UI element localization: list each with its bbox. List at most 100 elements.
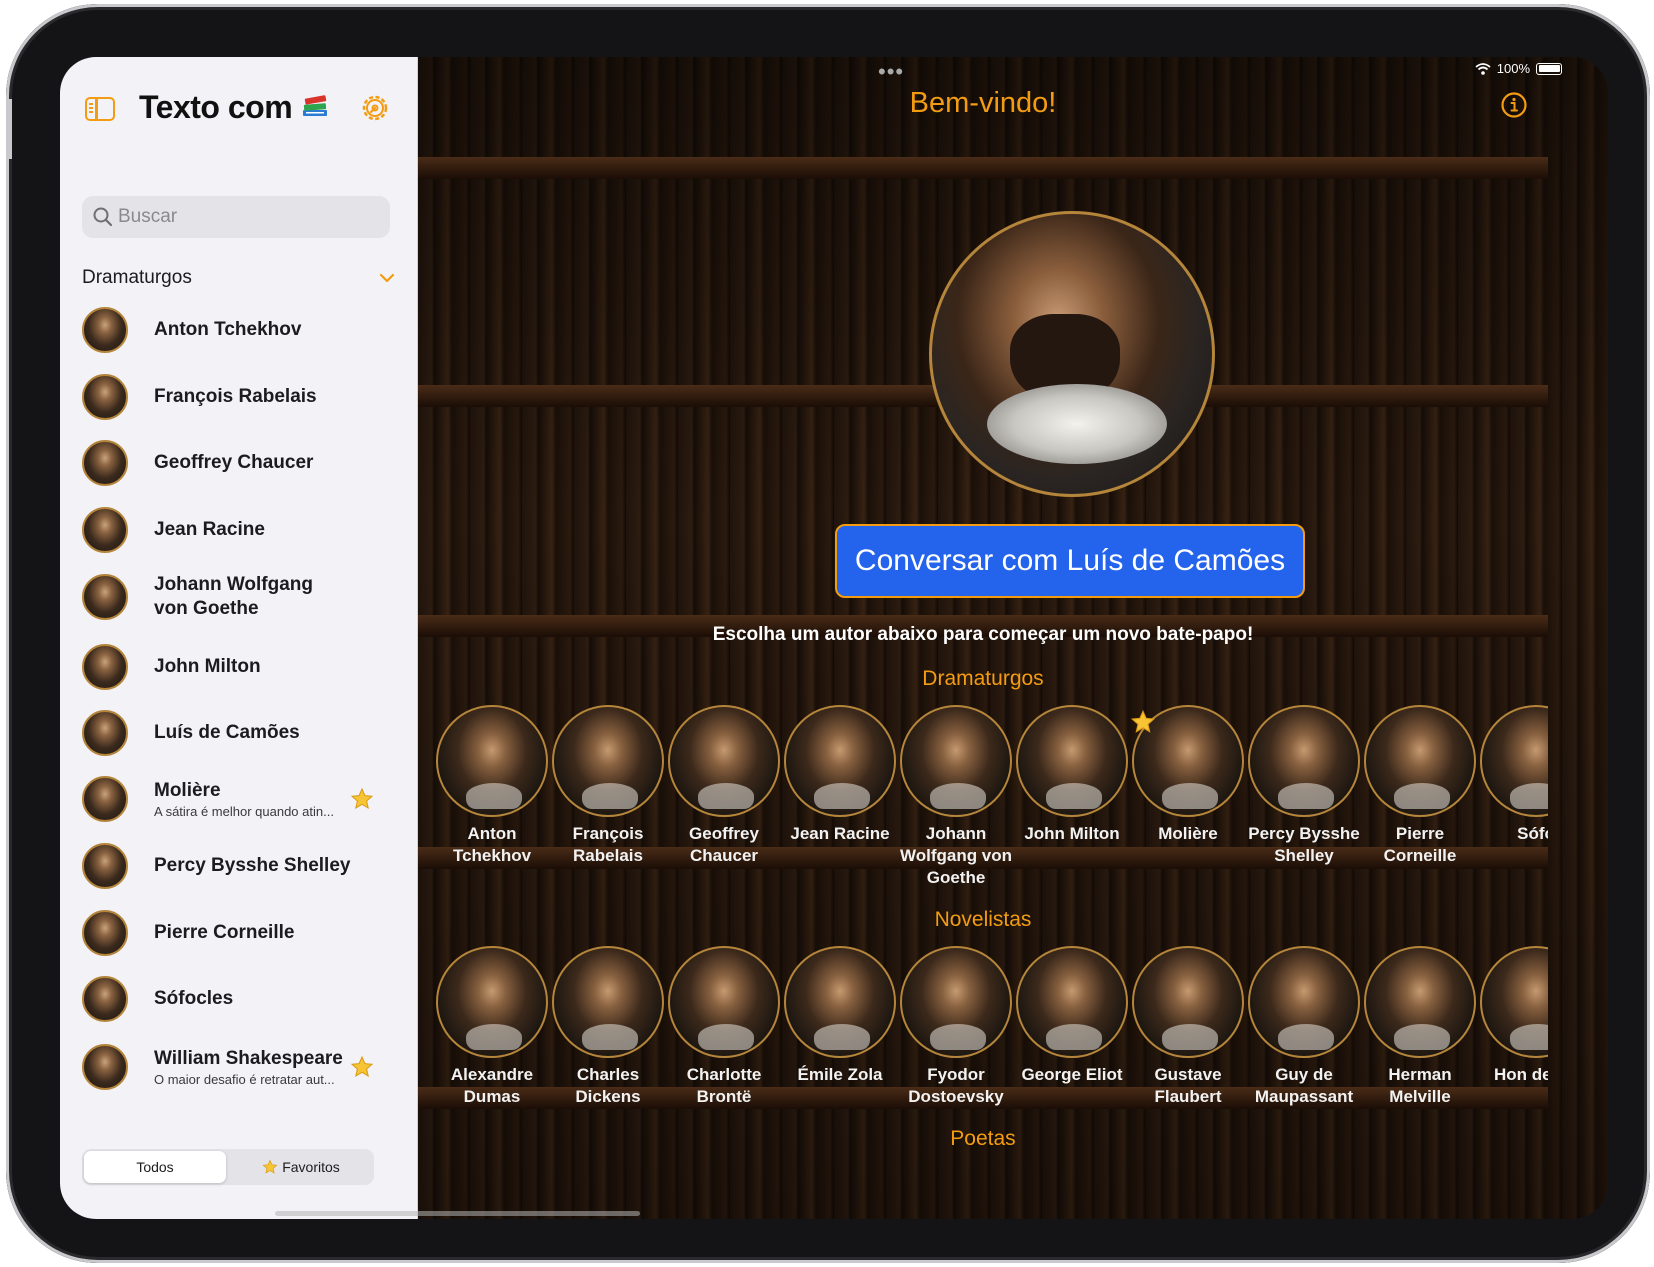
author-card[interactable]: Sófo: [1480, 705, 1548, 845]
author-card[interactable]: Alexandre Dumas: [436, 946, 548, 1108]
author-card[interactable]: Johann Wolfgang von Goethe: [900, 705, 1012, 889]
sidebar-author-item[interactable]: Johann Wolfgang von Goethe: [82, 567, 382, 627]
multitasking-dots-icon[interactable]: •••: [878, 59, 904, 85]
author-card[interactable]: Guy de Maupassant: [1248, 946, 1360, 1108]
author-card[interactable]: Geoffrey Chaucer: [668, 705, 780, 867]
ipad-frame: Texto com Dramaturgos: [6, 4, 1650, 1263]
bookshelf-decoration: [418, 157, 1548, 179]
author-card-name: Anton Tchekhov: [452, 824, 532, 865]
sidebar-author-text: Anton Tchekhov: [154, 318, 301, 342]
author-card[interactable]: Hon de Ba: [1480, 946, 1548, 1086]
author-card[interactable]: Herman Melville: [1364, 946, 1476, 1108]
sidebar-author-item[interactable]: Pierre Corneille: [82, 903, 382, 963]
author-card-name: Molière: [1158, 824, 1218, 843]
author-card-name: Percy Bysshe Shelley: [1248, 824, 1360, 865]
author-card[interactable]: François Rabelais: [552, 705, 664, 867]
sidebar-author-text: Percy Bysshe Shelley: [154, 854, 350, 878]
sidebar-author-name: Jean Racine: [154, 519, 265, 540]
section-title-poetas: Poetas: [950, 1127, 1016, 1150]
segment-favorites[interactable]: Favoritos: [230, 1151, 372, 1183]
segment-favorites-label: Favoritos: [282, 1159, 340, 1175]
author-card[interactable]: Charlotte Brontë: [668, 946, 780, 1108]
sidebar-author-item[interactable]: Sófocles: [82, 969, 382, 1029]
sidebar-author-text: William Shakespeare O maior desafio é ret…: [154, 1047, 343, 1087]
author-card[interactable]: Percy Bysshe Shelley: [1248, 705, 1360, 867]
segment-all-label: Todos: [136, 1159, 174, 1175]
sidebar-author-item[interactable]: Luís de Camões: [82, 703, 382, 763]
sidebar: Texto com Dramaturgos: [60, 57, 418, 1219]
author-card-name: Alexandre Dumas: [450, 1065, 534, 1106]
sidebar-author-name: Anton Tchekhov: [154, 319, 302, 340]
settings-gear-icon[interactable]: [360, 93, 390, 123]
author-portrait: [1480, 946, 1548, 1058]
sidebar-author-item[interactable]: Jean Racine: [82, 500, 382, 560]
author-card-name: Charlotte Brontë: [686, 1065, 762, 1106]
author-card[interactable]: Fyodor Dostoevsky: [900, 946, 1012, 1108]
author-portrait: [1016, 946, 1128, 1058]
sidebar-author-item[interactable]: John Milton: [82, 637, 382, 697]
author-card[interactable]: George Eliot: [1016, 946, 1128, 1086]
filter-segmented-control: Todos Favoritos: [82, 1149, 374, 1185]
sidebar-author-item[interactable]: Geoffrey Chaucer: [82, 433, 382, 493]
author-card[interactable]: Émile Zola: [784, 946, 896, 1086]
author-portrait: [1132, 946, 1244, 1058]
avatar: [82, 440, 128, 486]
author-card[interactable]: Pierre Corneille: [1364, 705, 1476, 867]
sidebar-author-name: Johann Wolfgang von Goethe: [154, 574, 314, 619]
sidebar-author-item[interactable]: Percy Bysshe Shelley: [82, 836, 382, 896]
segment-all[interactable]: Todos: [84, 1151, 226, 1183]
author-portrait: [552, 705, 664, 817]
chevron-down-icon[interactable]: [378, 271, 396, 285]
sidebar-author-name: John Milton: [154, 656, 261, 677]
search-field[interactable]: [82, 196, 390, 238]
instruction-text: Escolha um autor abaixo para começar um …: [712, 624, 1254, 645]
start-chat-button[interactable]: Conversar com Luís de Camões: [835, 524, 1305, 598]
horizontal-scroll-indicator[interactable]: [275, 1211, 640, 1216]
author-portrait: [784, 946, 896, 1058]
star-icon: [262, 1159, 278, 1174]
author-card-name: François Rabelais: [572, 824, 644, 865]
featured-author-portrait[interactable]: [929, 211, 1215, 497]
author-card[interactable]: Jean Racine: [784, 705, 896, 845]
authors-carousel-novelistas[interactable]: Alexandre Dumas Charles Dickens Charlotte …: [436, 946, 1548, 1136]
avatar: [82, 374, 128, 420]
portrait-detail: [987, 384, 1167, 464]
author-card-name: Johann Wolfgang von Goethe: [899, 824, 1013, 887]
section-header-dramaturgos[interactable]: Dramaturgos: [82, 267, 192, 289]
author-card[interactable]: Anton Tchekhov: [436, 705, 548, 867]
sidebar-author-last-message: O maior desafio é retratar aut...: [154, 1072, 335, 1087]
sidebar-author-item[interactable]: Anton Tchekhov: [82, 300, 382, 360]
books-emoji-icon: [303, 95, 327, 116]
sidebar-author-text: Johann Wolfgang von Goethe: [154, 573, 334, 621]
author-card[interactable]: Molière: [1130, 705, 1244, 845]
section-title-novelistas: Novelistas: [934, 908, 1032, 931]
sidebar-author-item[interactable]: Molière A sátira é melhor quando atin...: [82, 769, 382, 829]
sidebar-author-name: Luís de Camões: [154, 722, 300, 743]
author-card[interactable]: John Milton: [1016, 705, 1128, 845]
sidebar-toggle-icon[interactable]: [85, 97, 115, 121]
sidebar-author-item[interactable]: François Rabelais: [82, 367, 382, 427]
avatar: [82, 710, 128, 756]
author-card-name: George Eliot: [1021, 1065, 1123, 1084]
search-input[interactable]: [118, 196, 378, 238]
author-card-name: Émile Zola: [797, 1065, 883, 1084]
author-card-name: Fyodor Dostoevsky: [908, 1065, 1004, 1106]
author-card[interactable]: Gustave Flaubert: [1132, 946, 1244, 1108]
author-portrait: [1248, 705, 1360, 817]
sidebar-author-name: Percy Bysshe Shelley: [154, 855, 351, 876]
author-card-name: Gustave Flaubert: [1154, 1065, 1222, 1106]
avatar: [82, 776, 128, 822]
sidebar-author-text: Jean Racine: [154, 518, 265, 542]
sidebar-author-item[interactable]: William Shakespeare O maior desafio é ret…: [82, 1037, 382, 1097]
author-portrait: [552, 946, 664, 1058]
authors-carousel-dramaturgos[interactable]: Anton Tchekhov François Rabelais Geoffrey …: [436, 705, 1548, 895]
author-card[interactable]: Charles Dickens: [552, 946, 664, 1108]
info-icon[interactable]: [1500, 91, 1528, 119]
favorite-star-icon: [1130, 709, 1156, 733]
author-card-name: Jean Racine: [790, 824, 890, 843]
author-card-name: Guy de Maupassant: [1254, 1065, 1354, 1106]
author-card-name: Sófo: [1517, 824, 1548, 843]
author-portrait: [1364, 705, 1476, 817]
author-portrait: [1480, 705, 1548, 817]
author-card-name: Hon de Ba: [1493, 1065, 1548, 1084]
